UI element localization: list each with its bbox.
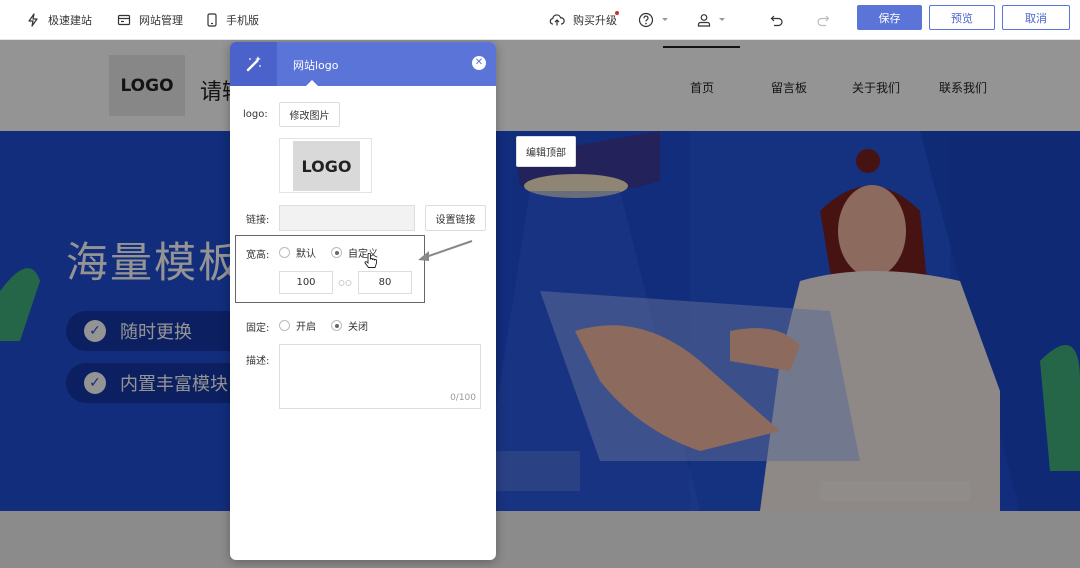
set-link-button[interactable]: 设置链接 — [425, 205, 486, 231]
annotation-arrow — [418, 240, 473, 261]
link-label: 链接: — [246, 215, 270, 226]
top-toolbar: 极速建站 网站管理 手机版 购买升级 保存 预览 取消 — [0, 0, 1080, 40]
width-input[interactable]: 100 — [279, 271, 333, 294]
description-label: 描述: — [246, 356, 270, 367]
dim-overlay — [0, 40, 1080, 568]
fixed-label: 固定: — [246, 323, 270, 334]
quick-build-button[interactable]: 极速建站 — [26, 0, 92, 40]
fixed-off-radio[interactable]: 关闭 — [331, 318, 368, 333]
magic-wand-icon — [230, 42, 277, 86]
help-icon — [638, 12, 654, 28]
undo-button[interactable] — [770, 0, 784, 40]
logo-label: logo: — [243, 109, 268, 120]
lightning-icon — [28, 13, 38, 27]
save-button[interactable]: 保存 — [857, 5, 922, 30]
user-icon — [697, 14, 711, 27]
site-manage-button[interactable]: 网站管理 — [117, 0, 183, 40]
radio-circle — [331, 247, 342, 258]
mobile-label: 手机版 — [226, 14, 259, 27]
char-counter: 0/100 — [450, 393, 476, 403]
notification-dot — [615, 11, 619, 15]
size-default-radio[interactable]: 默认 — [279, 245, 316, 260]
close-icon[interactable]: ✕ — [472, 56, 486, 70]
redo-icon — [817, 15, 830, 27]
panel-header: 网站logo ✕ — [230, 42, 496, 86]
account-button[interactable] — [697, 0, 725, 40]
fixed-on-radio[interactable]: 开启 — [279, 318, 316, 333]
redo-button[interactable] — [816, 0, 830, 40]
description-textarea[interactable]: 0/100 — [279, 344, 481, 409]
upgrade-label: 购买升级 — [573, 14, 617, 27]
help-button[interactable] — [638, 0, 668, 40]
site-manage-label: 网站管理 — [139, 14, 183, 27]
fixed-on-label: 开启 — [296, 322, 316, 333]
logo-preview[interactable]: LOGO — [279, 138, 372, 193]
cancel-button[interactable]: 取消 — [1002, 5, 1070, 30]
quick-build-label: 极速建站 — [48, 14, 92, 27]
size-label: 宽高: — [246, 250, 270, 261]
pointer-cursor-icon — [364, 253, 377, 268]
radio-circle — [279, 320, 290, 331]
mobile-button[interactable]: 手机版 — [206, 0, 259, 40]
radio-circle — [331, 320, 342, 331]
radio-circle — [279, 247, 290, 258]
link-ratio-icon — [338, 280, 352, 286]
fixed-off-label: 关闭 — [348, 322, 368, 333]
preview-button[interactable]: 预览 — [929, 5, 995, 30]
panel-title: 网站logo — [293, 59, 339, 72]
chevron-down-icon — [719, 18, 725, 21]
window-icon — [117, 14, 131, 26]
cloud-upload-icon — [549, 14, 565, 26]
change-image-button[interactable]: 修改图片 — [279, 102, 340, 127]
upgrade-button[interactable]: 购买升级 — [549, 0, 617, 40]
logo-settings-panel: 网站logo ✕ logo: 修改图片 LOGO 链接: 设置链接 宽高: 默认… — [230, 42, 496, 560]
edit-header-button[interactable]: 编辑顶部 — [516, 136, 576, 167]
size-default-label: 默认 — [296, 249, 316, 260]
undo-icon — [770, 15, 783, 27]
link-input[interactable] — [279, 205, 415, 231]
logo-preview-image: LOGO — [293, 141, 360, 191]
panel-tab-indicator — [306, 80, 318, 86]
chevron-down-icon — [662, 18, 668, 21]
phone-icon — [207, 13, 217, 27]
site-preview: LOGO 请输 首页 留言板 关于我们 联系我们 海量模板 ✓ 随时更换 ✓ 内… — [0, 40, 1080, 568]
height-input[interactable]: 80 — [358, 271, 412, 294]
